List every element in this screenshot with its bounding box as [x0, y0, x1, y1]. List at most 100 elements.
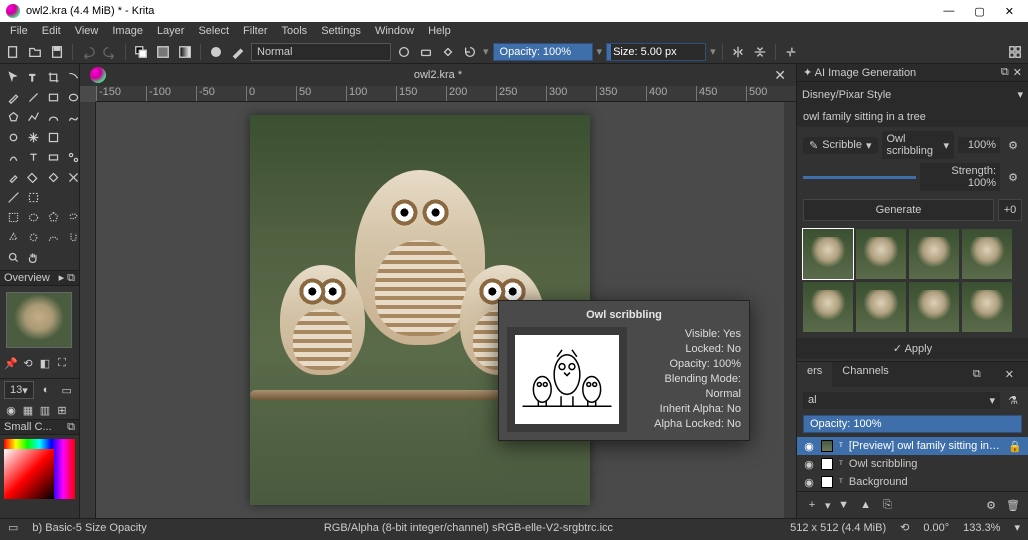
ai-strength-slider[interactable]	[803, 176, 916, 179]
ai-result-thumb[interactable]	[856, 282, 906, 332]
menu-view[interactable]: View	[69, 24, 105, 38]
opacity-slider[interactable]: Opacity: 100%	[493, 43, 593, 61]
color-opt-4-icon[interactable]: ⊞	[55, 403, 69, 417]
ai-detach-icon[interactable]: ⧉	[1001, 66, 1009, 79]
move-up-icon[interactable]: ▲	[857, 496, 875, 514]
gradient-icon[interactable]	[176, 43, 194, 61]
layers-detach-icon[interactable]: ⧉	[963, 365, 991, 384]
tab-channels[interactable]: Channels	[832, 362, 898, 387]
crop-tool-icon[interactable]	[44, 68, 62, 86]
menu-file[interactable]: File	[4, 24, 34, 38]
maximize-button[interactable]: ▢	[974, 5, 984, 18]
wrap-around-icon[interactable]	[782, 43, 800, 61]
overview-rot-icon[interactable]: ⟲	[21, 356, 35, 370]
brush-editor-icon[interactable]	[229, 43, 247, 61]
layers-close-icon[interactable]: ✕	[995, 365, 1024, 384]
eraser-toggle-icon[interactable]	[417, 43, 435, 61]
mirror-h-icon[interactable]	[729, 43, 747, 61]
ai-mode-settings-icon[interactable]: ⚙	[1004, 136, 1022, 154]
layer-item-scribble[interactable]: ◉ ᵀ Owl scribbling	[797, 455, 1028, 473]
duplicate-layer-icon[interactable]: ⎘	[879, 496, 897, 514]
ai-result-thumb[interactable]	[803, 282, 853, 332]
fill-tool-icon[interactable]	[24, 168, 42, 186]
layer-settings-icon[interactable]: ⚙	[982, 496, 1000, 514]
ai-prompt-input[interactable]: owl family sitting in a tree	[797, 107, 1028, 127]
gradient-tool-icon[interactable]	[44, 148, 62, 166]
layer-item-background[interactable]: ◉ ᵀ Background	[797, 473, 1028, 491]
new-doc-icon[interactable]	[4, 43, 22, 61]
ai-result-thumb[interactable]	[803, 229, 853, 279]
brush-tool-icon[interactable]	[4, 88, 22, 106]
visibility-icon[interactable]: ◉	[803, 476, 815, 489]
opt-icon-2[interactable]: ▭	[58, 381, 75, 399]
rect-select-icon[interactable]	[4, 208, 22, 226]
color-select-icon[interactable]	[24, 228, 42, 246]
tab-close-icon[interactable]: ✕	[774, 67, 786, 84]
color-opt-2-icon[interactable]: ▦	[21, 403, 35, 417]
ai-close-icon[interactable]: ✕	[1013, 66, 1022, 79]
color-opt-3-icon[interactable]: ▥	[38, 403, 52, 417]
menu-filter[interactable]: Filter	[237, 24, 273, 38]
delete-layer-icon[interactable]: 🗑	[1004, 496, 1022, 514]
rect-tool-icon[interactable]	[44, 88, 62, 106]
close-button[interactable]: ✕	[1005, 5, 1014, 18]
brush-preset-icon[interactable]	[207, 43, 225, 61]
overview-panel-header[interactable]: Overview▸ ⧉	[0, 270, 79, 286]
redo-icon[interactable]	[101, 43, 119, 61]
menu-settings[interactable]: Settings	[315, 24, 367, 38]
status-angle[interactable]: 0.00°	[923, 522, 949, 534]
colorpicker-icon[interactable]	[4, 168, 22, 186]
layer-filter-icon[interactable]: ⚗	[1004, 391, 1022, 409]
add-layer-icon[interactable]: +	[803, 496, 821, 514]
apply-button[interactable]: ✓ Apply	[797, 338, 1028, 359]
smart-fill-icon[interactable]	[44, 168, 62, 186]
calligraphy-icon[interactable]	[4, 148, 22, 166]
blend-prev-icon[interactable]	[395, 43, 413, 61]
brush-size-combo[interactable]: 13 ▾	[4, 381, 34, 399]
tab-layers[interactable]: ers	[797, 362, 832, 387]
ai-mode-layer-combo[interactable]: Owl scribbling▾	[882, 131, 955, 159]
menu-tools[interactable]: Tools	[276, 24, 314, 38]
zoom-tool-icon[interactable]	[4, 248, 22, 266]
transform-tool-icon[interactable]: T	[24, 68, 42, 86]
small-color-header[interactable]: Small C...⧉	[0, 419, 79, 435]
status-zoom[interactable]: 133.3%	[963, 522, 1000, 534]
scrollbar-vertical[interactable]	[784, 102, 796, 518]
visibility-icon[interactable]: ◉	[803, 458, 815, 471]
workspace-icon[interactable]	[1006, 43, 1024, 61]
overview-thumbnail[interactable]	[6, 292, 72, 348]
generate-button[interactable]: Generate	[803, 199, 994, 221]
polyline-tool-icon[interactable]	[24, 108, 42, 126]
contiguous-select-icon[interactable]	[4, 228, 22, 246]
open-doc-icon[interactable]	[26, 43, 44, 61]
move-tool-icon[interactable]	[4, 68, 22, 86]
lock-icon[interactable]: 🔒	[1008, 440, 1022, 453]
menu-help[interactable]: Help	[422, 24, 457, 38]
poly-select-icon[interactable]	[44, 208, 62, 226]
line-tool-icon[interactable]	[24, 88, 42, 106]
reference-tool-icon[interactable]	[24, 188, 42, 206]
multibrush-icon[interactable]	[24, 128, 42, 146]
bezier-tool-icon[interactable]	[44, 108, 62, 126]
layer-blend-combo[interactable]: al▾	[803, 392, 1000, 409]
menu-select[interactable]: Select	[192, 24, 235, 38]
ai-mode-pct[interactable]: 100%	[958, 137, 1000, 153]
alpha-lock-icon[interactable]	[439, 43, 457, 61]
ai-result-thumb[interactable]	[909, 229, 959, 279]
ai-result-thumb[interactable]	[962, 229, 1012, 279]
minimize-button[interactable]: ―	[943, 5, 954, 18]
ai-panel-header[interactable]: ✦ AI Image Generation ⧉✕	[797, 64, 1028, 82]
reload-preset-icon[interactable]	[461, 43, 479, 61]
edit-shapes-icon[interactable]	[44, 128, 62, 146]
mirror-v-icon[interactable]	[751, 43, 769, 61]
small-color-selector[interactable]	[4, 439, 75, 499]
save-doc-icon[interactable]	[48, 43, 66, 61]
polygon-tool-icon[interactable]	[4, 108, 22, 126]
ai-result-thumb[interactable]	[909, 282, 959, 332]
visibility-icon[interactable]: ◉	[803, 440, 815, 453]
status-angle-icon[interactable]: ⟲	[900, 521, 909, 534]
pan-tool-icon[interactable]	[24, 248, 42, 266]
text-tool-icon[interactable]	[24, 148, 42, 166]
menu-edit[interactable]: Edit	[36, 24, 67, 38]
pattern-icon[interactable]	[154, 43, 172, 61]
